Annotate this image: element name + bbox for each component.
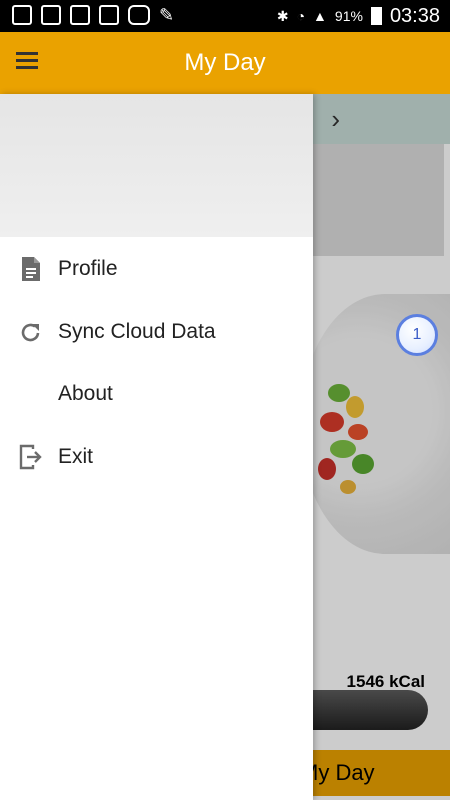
gallery-icon xyxy=(41,5,61,25)
menu-item-sync-cloud-data[interactable]: Sync Cloud Data xyxy=(0,301,313,364)
system-icons: ✱ ◔ ▲ 91% 03:38 xyxy=(277,0,440,32)
bluetooth-icon: ✱ xyxy=(276,7,289,24)
drawer-menu: Profile Sync Cloud Data About Exit xyxy=(0,238,313,488)
status-bar: ✎ ✱ ◔ ▲ 91% 03:38 xyxy=(0,0,450,32)
amazon-icon xyxy=(70,5,90,25)
app-bar: My Day xyxy=(0,32,450,94)
clock: 03:38 xyxy=(389,4,440,27)
menu-item-exit[interactable]: Exit xyxy=(0,426,313,489)
document-icon xyxy=(22,257,40,281)
battery-percentage: 91% xyxy=(334,8,363,24)
pen-icon: ✎ xyxy=(159,5,175,25)
pinterest-icon xyxy=(12,5,32,25)
page-title: My Day xyxy=(184,49,266,76)
amazon-icon xyxy=(99,5,119,25)
battery-icon xyxy=(370,7,382,25)
menu-item-label: Exit xyxy=(58,444,94,468)
menu-item-profile[interactable]: Profile xyxy=(0,238,313,301)
drawer-header xyxy=(0,94,313,237)
notification-badge[interactable]: 1 xyxy=(396,314,438,356)
menu-item-label: About xyxy=(58,382,113,405)
youtube-icon xyxy=(128,5,150,25)
notification-icons: ✎ xyxy=(12,5,179,25)
refresh-icon xyxy=(21,323,40,341)
menu-item-label: Profile xyxy=(58,257,118,280)
menu-item-about[interactable]: About xyxy=(0,363,313,426)
navigation-drawer: Profile Sync Cloud Data About Exit xyxy=(0,94,313,800)
signal-icon: ▲ xyxy=(313,8,327,24)
menu-item-label: Sync Cloud Data xyxy=(58,319,216,343)
exit-icon xyxy=(19,444,42,469)
wifi-icon: ◔ xyxy=(296,8,306,24)
